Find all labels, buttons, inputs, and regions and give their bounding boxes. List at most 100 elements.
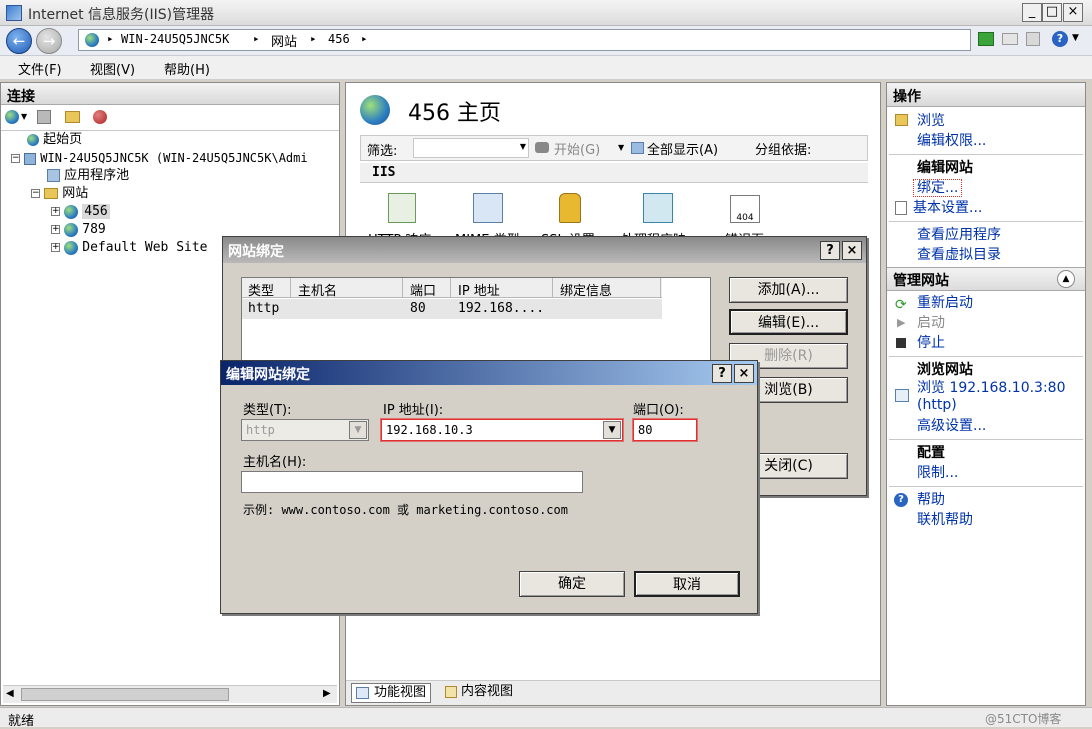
chevron-down-icon[interactable]: ▼ [1072, 33, 1079, 43]
connections-toolbar: ▼ [1, 105, 339, 131]
action-restart[interactable]: ⟳ 重新启动 [887, 293, 1085, 313]
edit-site-heading: 编辑网站 [917, 160, 973, 176]
tree-sites[interactable]: − 网站 [1, 185, 339, 203]
chevron-down-icon[interactable]: ▼ [603, 421, 621, 439]
action-limits[interactable]: 限制... [887, 463, 1085, 483]
cell-ip: 192.168.... [458, 301, 545, 316]
breadcrumb-site[interactable]: 456 [328, 32, 350, 46]
browser-icon [895, 389, 909, 402]
show-all-button[interactable]: 全部显示(A) [647, 139, 718, 158]
edit-binding-button[interactable]: 编辑(E)... [729, 309, 848, 335]
close-window-button[interactable]: × [1063, 3, 1083, 22]
scroll-left-icon[interactable]: ◀ [6, 688, 14, 699]
settings-doc-icon [895, 201, 907, 215]
network-icon[interactable] [978, 32, 994, 46]
action-basic-settings[interactable]: 基本设置... [887, 198, 1085, 218]
start-filter-button[interactable]: 开始(G) [554, 139, 600, 158]
features-view-tab[interactable]: 功能视图 [351, 683, 432, 703]
content-view-tab[interactable]: 内容视图 [441, 683, 517, 703]
lock-icon [559, 193, 581, 223]
breadcrumb-server[interactable]: WIN-24U5Q5JNC5K [121, 32, 229, 46]
mime-types-icon [473, 193, 503, 223]
collapse-icon[interactable]: − [31, 189, 40, 198]
menu-view[interactable]: 视图(V) [90, 59, 135, 78]
back-button[interactable]: ← [6, 28, 32, 54]
content-view-icon [445, 686, 457, 698]
connect-globe-icon[interactable] [5, 110, 19, 124]
action-help[interactable]: ? 帮助 [887, 490, 1085, 510]
close-button[interactable]: × [842, 241, 862, 260]
crumb-separator: ▸ [253, 32, 260, 45]
disconnect-icon[interactable] [93, 110, 107, 124]
action-browse[interactable]: 浏览 [887, 111, 1085, 131]
filter-input[interactable]: ▼ [413, 138, 529, 158]
action-bindings[interactable]: 绑定... [887, 178, 1085, 198]
close-button[interactable]: × [734, 364, 754, 383]
watermark: @51CTO博客 [985, 712, 1062, 726]
action-stop[interactable]: 停止 [887, 333, 1085, 353]
action-online-help[interactable]: 联机帮助 [887, 510, 1085, 530]
action-view-apps[interactable]: 查看应用程序 [887, 225, 1085, 245]
folder-up-icon[interactable] [65, 111, 80, 123]
action-label: 启动 [917, 315, 945, 331]
tree-app-pools[interactable]: 应用程序池 [1, 167, 339, 185]
chevron-down-icon[interactable]: ▼ [618, 143, 624, 152]
ok-button[interactable]: 确定 [519, 571, 625, 597]
chevron-down-icon[interactable]: ▼ [520, 142, 526, 151]
menu-file[interactable]: 文件(F) [18, 59, 62, 78]
action-view-vdirs[interactable]: 查看虚拟目录 [887, 245, 1085, 265]
tab-label: 功能视图 [374, 685, 427, 700]
col-info[interactable]: 绑定信息 [560, 280, 612, 299]
forward-button[interactable]: → [36, 28, 62, 54]
mail-icon[interactable] [1002, 33, 1018, 45]
action-edit-permissions[interactable]: 编辑权限... [887, 131, 1085, 151]
action-advanced-settings[interactable]: 高级设置... [887, 416, 1085, 436]
menu-help[interactable]: 帮助(H) [164, 59, 210, 78]
col-type[interactable]: 类型 [248, 280, 274, 299]
expand-icon[interactable]: + [51, 225, 60, 234]
table-row[interactable]: http 80 192.168.... [242, 299, 662, 319]
help-button[interactable]: ? [820, 241, 840, 260]
expand-icon[interactable]: + [51, 243, 60, 252]
page-title: 456 主页 [408, 101, 501, 126]
help-button[interactable]: ? [712, 364, 732, 383]
cancel-button[interactable]: 取消 [634, 571, 740, 597]
home-icon[interactable] [1026, 32, 1040, 46]
scroll-right-icon[interactable]: ▶ [323, 688, 331, 699]
help-icon[interactable]: ? [1052, 31, 1068, 47]
cell-type: http [248, 301, 280, 316]
collapse-icon[interactable]: − [11, 154, 20, 163]
col-port[interactable]: 端口 [410, 280, 436, 299]
port-input[interactable]: 80 [633, 419, 697, 441]
host-name-input[interactable] [241, 471, 583, 493]
scroll-thumb[interactable] [21, 688, 229, 701]
col-ip[interactable]: IP 地址 [458, 280, 500, 299]
maximize-button[interactable]: □ [1042, 3, 1062, 22]
expand-icon[interactable]: + [51, 207, 60, 216]
window-title: Internet 信息服务(IIS)管理器 [28, 7, 215, 23]
horizontal-scrollbar[interactable]: ◀ ▶ [3, 685, 337, 703]
collapse-chevron-icon[interactable]: ▲ [1057, 270, 1075, 288]
binoculars-icon [535, 142, 549, 153]
group-by-label[interactable]: 分组依据: [755, 139, 811, 158]
action-start[interactable]: ▶ 启动 [887, 313, 1085, 333]
address-field[interactable]: ▸ WIN-24U5Q5JNC5K ▸ 网站 ▸ 456 ▸ [78, 29, 971, 51]
filter-label: 筛选: [367, 144, 398, 159]
ip-address-select[interactable]: 192.168.10.3 ▼ [381, 419, 623, 441]
type-select[interactable]: http ▼ [241, 419, 369, 441]
chevron-down-icon[interactable]: ▼ [21, 112, 27, 121]
minimize-button[interactable]: _ [1022, 3, 1042, 22]
show-all-icon [631, 142, 644, 154]
features-view-icon [356, 687, 369, 699]
action-browse-url[interactable]: 浏览 192.168.10.3:80 (http) [887, 380, 1085, 416]
tree-site-456[interactable]: + 456 [1, 203, 339, 221]
tree-start-page[interactable]: 起始页 [1, 131, 339, 149]
chevron-down-icon[interactable]: ▼ [349, 421, 367, 439]
breadcrumb-sites[interactable]: 网站 [271, 31, 297, 50]
tree-server[interactable]: − WIN-24U5Q5JNC5K (WIN-24U5Q5JNC5K\Admi [1, 149, 339, 167]
save-icon[interactable] [37, 110, 51, 124]
filter-bar: 筛选: ▼ 开始(G) ▼ 全部显示(A) 分组依据: [360, 135, 868, 161]
col-host[interactable]: 主机名 [298, 280, 337, 299]
add-binding-button[interactable]: 添加(A)... [729, 277, 848, 303]
action-label: 帮助 [917, 492, 945, 508]
